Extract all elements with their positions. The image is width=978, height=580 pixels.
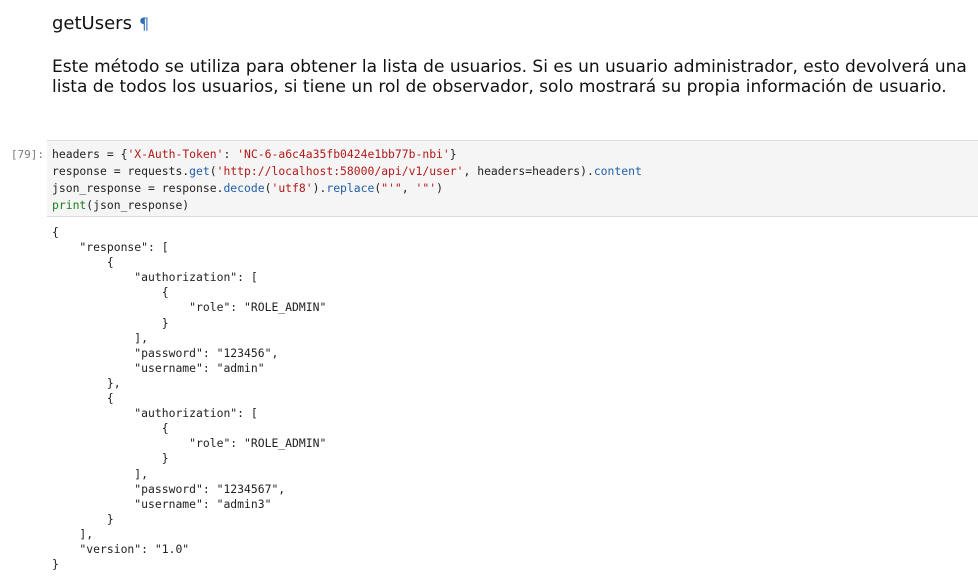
code-line: print(json_response) [52, 198, 190, 212]
input-prompt: [79]: [10, 148, 44, 161]
output-text: { "response": [ { "authorization": [ { "… [52, 225, 327, 572]
heading-text: getUsers [52, 13, 132, 34]
code-input-area[interactable]: headers = {'X-Auth-Token': 'NC-6-a6c4a35… [47, 140, 978, 217]
code-editor[interactable]: headers = {'X-Auth-Token': 'NC-6-a6c4a35… [52, 146, 642, 214]
cell-output: { "response": [ { "authorization": [ { "… [52, 225, 326, 572]
code-line: headers = {'X-Auth-Token': 'NC-6-a6c4a35… [52, 147, 457, 161]
markdown-cell: Este método se utiliza para obtener la l… [52, 57, 967, 97]
heading-anchor-link[interactable]: ¶ [139, 14, 149, 33]
markdown-paragraph: Este método se utiliza para obtener la l… [52, 57, 967, 97]
code-line: json_response = response.decode('utf8').… [52, 181, 443, 195]
section-heading: getUsers ¶ [52, 12, 149, 36]
code-line: response = requests.get('http://localhos… [52, 164, 642, 178]
